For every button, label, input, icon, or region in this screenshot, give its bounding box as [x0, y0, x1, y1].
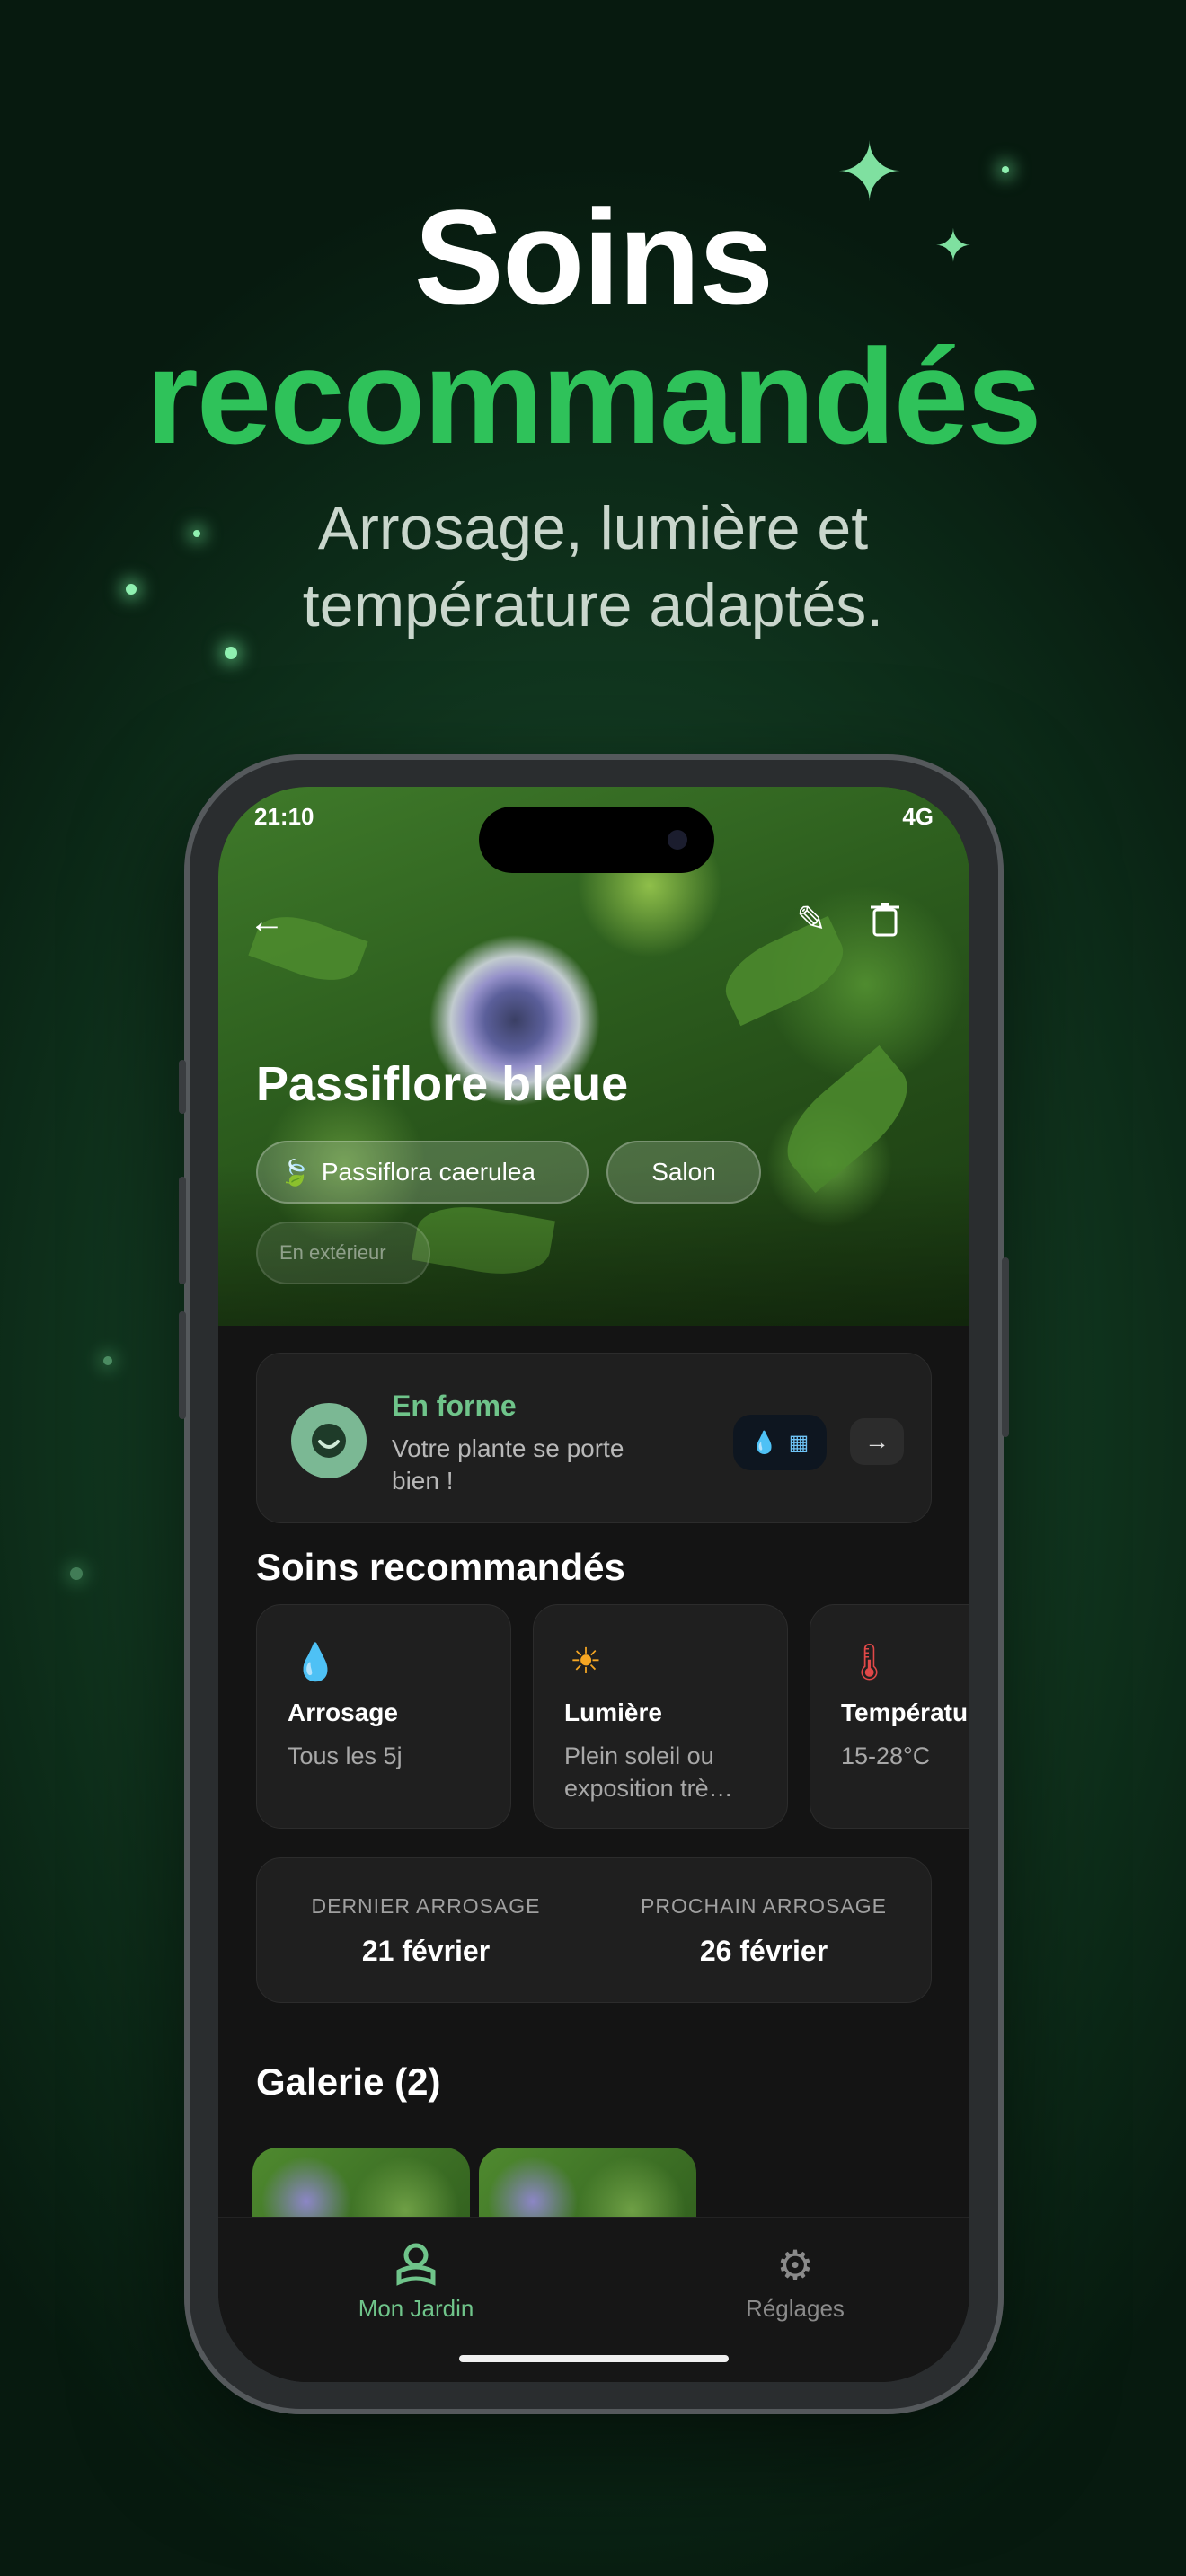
watering-dates-card: DERNIER ARROSAGE 21 février PROCHAIN ARR… — [256, 1857, 932, 2003]
dynamic-island — [479, 807, 714, 873]
bottom-tab-bar: Mon Jardin ⚙ Réglages — [218, 2217, 969, 2382]
care-card-temperature[interactable]: 🌡 Températu 15-28°C — [810, 1604, 969, 1829]
glow-dot — [126, 584, 137, 595]
water-now-button[interactable]: 💧 ▦ — [733, 1415, 827, 1470]
exposure-chip[interactable]: En extérieur — [256, 1222, 430, 1284]
species-label: Passiflora caerulea — [321, 1158, 535, 1186]
glow-dot — [225, 647, 237, 659]
status-time: 21:10 — [254, 803, 314, 830]
gallery-title: Galerie (2) — [256, 2060, 441, 2103]
thermometer-icon: 🌡 — [846, 1643, 892, 1682]
tab-label: Mon Jardin — [358, 2295, 474, 2322]
arrow-right-icon[interactable]: → — [850, 1418, 904, 1465]
last-watering-value: 21 février — [361, 1935, 491, 1967]
phone-side-button — [179, 1177, 186, 1284]
home-indicator[interactable] — [459, 2355, 729, 2362]
tab-label: Réglages — [746, 2295, 845, 2322]
care-title: Lumière — [564, 1698, 662, 1726]
phone-side-button — [179, 1060, 186, 1114]
phone-side-button — [179, 1311, 186, 1419]
care-card-light[interactable]: ☀ Lumière Plein soleil ou exposition trè… — [533, 1604, 788, 1829]
health-title: En forme — [392, 1389, 517, 1422]
health-description: Votre plante se porte bien ! — [392, 1434, 624, 1495]
calendar-icon: ▦ — [788, 1430, 810, 1455]
hero-subtitle: Arrosage, lumière et température adaptés… — [302, 494, 884, 640]
care-desc: Tous les 5j — [288, 1742, 403, 1769]
phone-side-button — [1002, 1257, 1009, 1437]
gear-icon: ⚙ — [776, 2242, 814, 2289]
location-label: Salon — [651, 1158, 716, 1186]
health-status-card[interactable]: En forme Votre plante se porte bien ! 💧 … — [256, 1353, 932, 1523]
water-drop-icon: 💧 — [293, 1643, 338, 1682]
tab-mon-jardin[interactable]: Mon Jardin — [281, 2241, 551, 2323]
location-chip[interactable]: Salon — [606, 1141, 761, 1204]
tab-reglages[interactable]: ⚙ Réglages — [660, 2241, 930, 2323]
care-section-title: Soins recommandés — [256, 1546, 625, 1588]
water-drop-icon: 💧 — [750, 1430, 778, 1455]
phone-frame: 21:10 4G ← ✎ Passiflore bleue 🍃 Passiflo… — [179, 754, 1009, 2414]
glow-dot — [193, 530, 200, 537]
last-watering-label: DERNIER ARROSAGE — [311, 1894, 541, 1918]
hero-title: Soins — [413, 181, 774, 332]
status-battery: 4G — [902, 803, 934, 830]
plant-name: Passiflore bleue — [256, 1057, 629, 1111]
next-watering-label: PROCHAIN ARROSAGE — [641, 1894, 887, 1918]
exposure-label: En extérieur — [279, 1241, 386, 1264]
edit-pencil-icon[interactable]: ✎ — [784, 893, 838, 947]
camera-icon — [668, 830, 687, 850]
sun-icon: ☀ — [570, 1642, 602, 1681]
glow-dot — [103, 1356, 112, 1365]
glow-dot — [70, 1567, 83, 1580]
care-title: Températu — [841, 1698, 969, 1726]
care-desc: 15-28°C — [841, 1742, 931, 1769]
smile-icon — [291, 1403, 367, 1478]
last-watering: DERNIER ARROSAGE 21 février — [257, 1894, 595, 1968]
care-card-watering[interactable]: 💧 Arrosage Tous les 5j — [256, 1604, 511, 1829]
next-watering: PROCHAIN ARROSAGE 26 février — [595, 1894, 933, 1968]
species-chip[interactable]: 🍃 Passiflora caerulea — [256, 1141, 589, 1204]
care-desc: Plein soleil ou exposition trè… — [564, 1742, 733, 1802]
plant-icon — [281, 2241, 551, 2289]
glow-dot — [1002, 166, 1009, 173]
care-title: Arrosage — [288, 1698, 398, 1726]
hero-title-accent: recommandés — [146, 321, 1041, 472]
delete-trash-icon[interactable] — [858, 893, 912, 947]
leaf-icon: 🍃 — [279, 1158, 311, 1187]
back-arrow-icon[interactable]: ← — [240, 895, 294, 948]
app-screen: 21:10 4G ← ✎ Passiflore bleue 🍃 Passiflo… — [218, 787, 969, 2382]
next-watering-value: 26 février — [699, 1935, 828, 1967]
